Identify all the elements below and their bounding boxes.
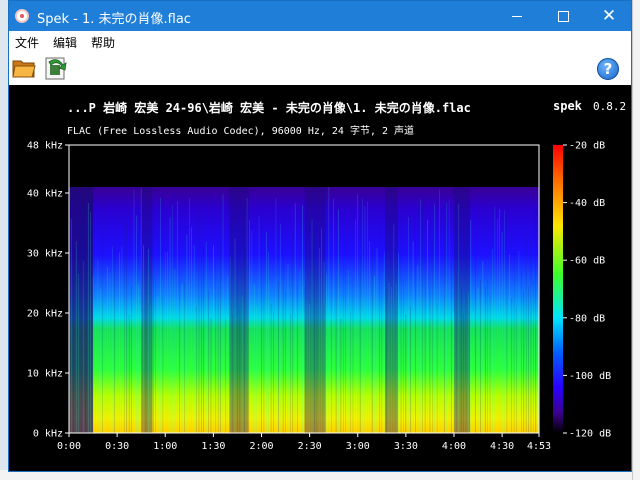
x-tick-label: 1:30 [201,441,225,452]
menu-file[interactable]: 文件 [15,34,39,51]
x-tick-label: 4:00 [442,441,466,452]
y-tick-label: 48 kHz [27,141,63,152]
help-icon[interactable]: ? [597,58,619,80]
toolbar: ? [9,53,631,85]
x-tick-label: 1:00 [153,441,177,452]
app-version-label: 0.8.2 [593,100,627,113]
maximize-icon [557,10,569,22]
x-tick-label: 4:30 [490,441,514,452]
x-tick-label: 3:30 [394,441,418,452]
spectrogram-canvas: 0 kHz 10 kHz 20 kHz 30 kHz 40 kHz 48 kHz 0:00 0… [9,85,631,471]
x-tick-label: 2:00 [249,441,273,452]
window-title: Spek - 1. 未完の肖像.flac [37,12,191,27]
save-image-icon[interactable] [43,56,67,80]
quiet-section [229,187,249,433]
x-tick-label: 2:30 [298,441,322,452]
colorbar-tick-label: -60 dB [569,256,605,267]
minimize-button[interactable] [494,1,540,31]
y-tick-label: 20 kHz [27,309,63,320]
close-button[interactable]: ✕ [586,1,632,31]
minimize-icon [512,15,522,17]
close-icon: ✕ [601,5,617,26]
menu-help[interactable]: 帮助 [91,34,115,51]
colorbar [553,145,563,433]
colorbar-tick-label: -20 dB [569,141,605,152]
colorbar-tick-label: -100 dB [569,371,611,382]
spectrogram-chart: 0 kHz 10 kHz 20 kHz 30 kHz 40 kHz 48 kHz 0:00 0… [27,141,611,453]
stream-description: FLAC (Free Lossless Audio Codec), 96000 … [67,126,415,137]
y-tick-label: 10 kHz [27,369,63,380]
colorbar-tick-label: -80 dB [569,313,605,324]
maximize-button[interactable] [540,1,586,31]
desktop-background-right [632,0,640,480]
quiet-section [304,187,326,433]
title-bar[interactable]: Spek - 1. 未完の肖像.flac ✕ [9,1,631,31]
open-folder-icon[interactable] [12,57,36,79]
menu-edit[interactable]: 编辑 [53,34,77,51]
spectrogram-cutoff-region [69,145,539,187]
y-tick-label: 40 kHz [27,189,63,200]
y-tick-label: 30 kHz [27,249,63,260]
colorbar-tick-label: -40 dB [569,198,605,209]
app-name-label: spek [553,99,582,113]
x-tick-label: 4:53 [527,441,551,452]
menu-bar: 文件 编辑 帮助 [9,31,631,53]
file-path-title: ...P 岩崎 宏美 24-96\岩崎 宏美 - 未完の肖像\1. 未完の肖像.… [67,101,471,115]
x-tick-label: 3:00 [346,441,370,452]
x-tick-label: 0:30 [105,441,129,452]
colorbar-tick-label: -120 dB [569,429,611,440]
app-icon [15,9,29,23]
x-tick-label: 0:00 [57,441,81,452]
y-tick-label: 0 kHz [33,429,63,440]
spek-window: Spek - 1. 未完の肖像.flac ✕ 文件 编辑 帮助 ? 0 kHz 1… [8,0,632,472]
